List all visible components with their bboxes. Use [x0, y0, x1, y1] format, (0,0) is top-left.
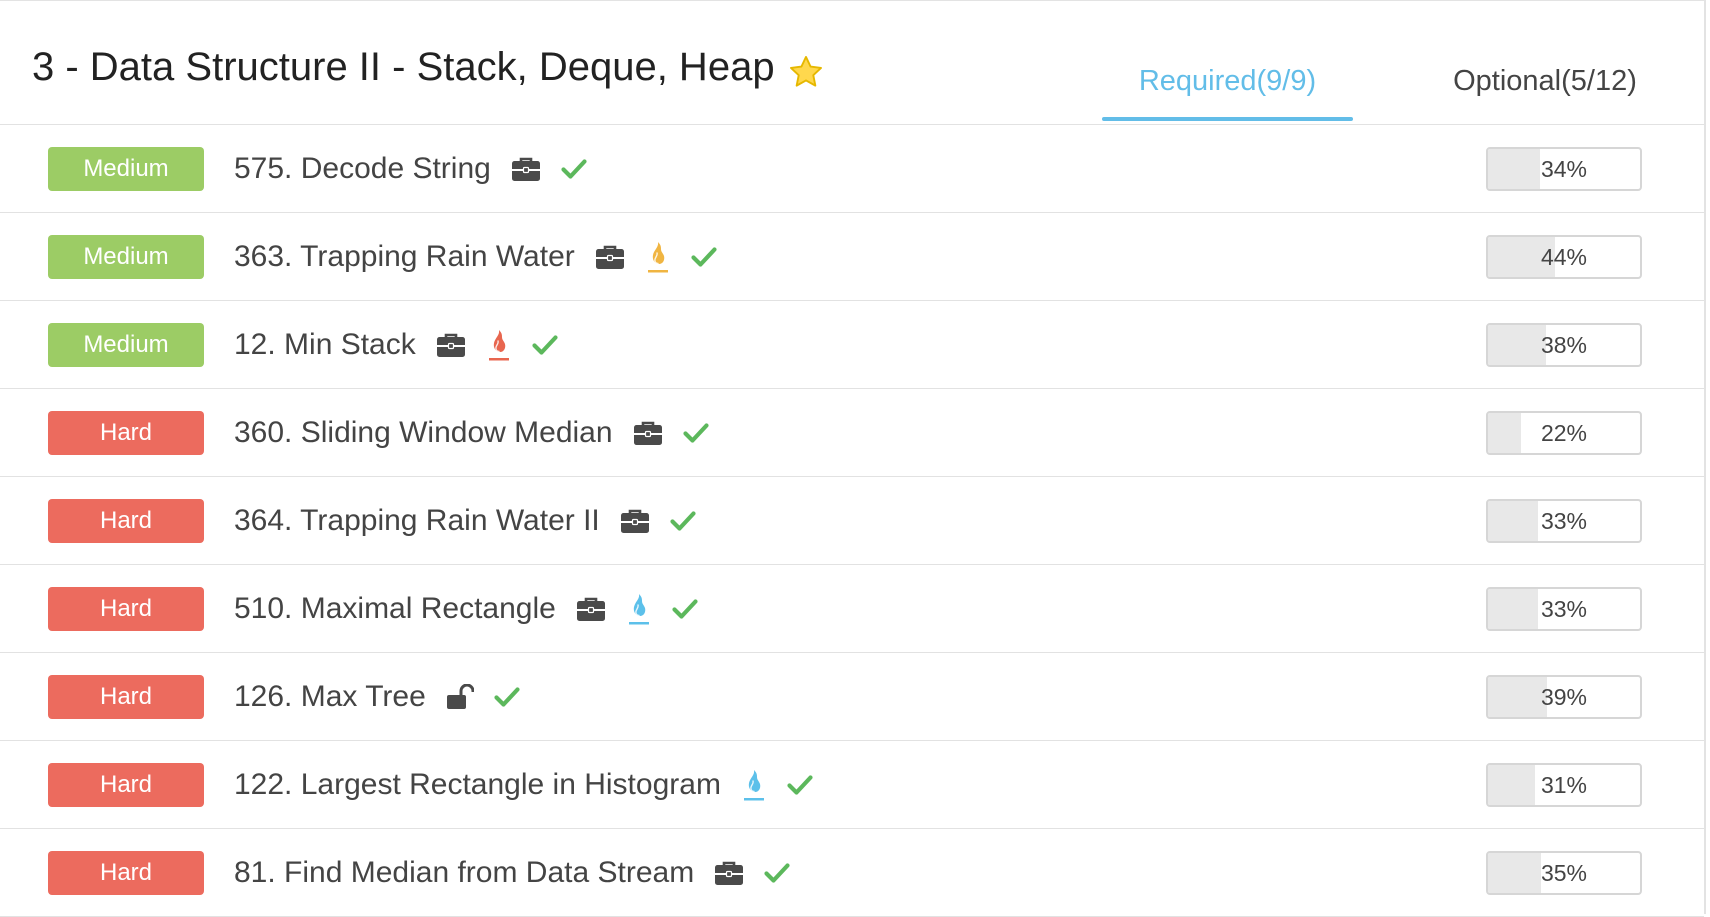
flame-red-icon [486, 328, 512, 362]
difficulty-badge[interactable]: Hard [48, 851, 204, 895]
problem-info: 12. Min Stack [234, 301, 558, 389]
problem-row[interactable]: Medium 12. Min Stack 38% [0, 301, 1704, 389]
acceptance-rate-label: 35% [1540, 860, 1588, 886]
difficulty-badge[interactable]: Medium [48, 323, 204, 367]
problem-row[interactable]: Hard 122. Largest Rectangle in Histogram 3… [0, 741, 1704, 829]
problem-info: 363. Trapping Rain Water [234, 213, 717, 301]
difficulty-badge[interactable]: Hard [48, 499, 204, 543]
difficulty-badge[interactable]: Hard [48, 763, 204, 807]
unlock-icon [446, 683, 475, 710]
problem-info: 364. Trapping Rain Water II [234, 477, 696, 565]
acceptance-rate-bar: 44% [1486, 235, 1642, 279]
panel-header: 3 - Data Structure II - Stack, Deque, He… [0, 1, 1704, 125]
flame-blue-icon [626, 592, 652, 626]
check-icon [561, 158, 587, 180]
problem-title-link[interactable]: 12. Min Stack [234, 328, 416, 362]
problem-title-link[interactable]: 575. Decode String [234, 152, 491, 186]
acceptance-rate-bar: 38% [1486, 323, 1642, 367]
problem-row[interactable]: Medium 575. Decode String 34% [0, 125, 1704, 213]
check-icon [670, 510, 696, 532]
problem-row[interactable]: Medium 363. Trapping Rain Water 44% [0, 213, 1704, 301]
check-icon [672, 598, 698, 620]
problem-info: 575. Decode String [234, 125, 587, 213]
problem-title-link[interactable]: 81. Find Median from Data Stream [234, 856, 694, 890]
check-icon [494, 686, 520, 708]
acceptance-rate-label: 38% [1540, 332, 1588, 358]
difficulty-badge[interactable]: Hard [48, 411, 204, 455]
acceptance-rate-label: 39% [1540, 684, 1588, 710]
problem-row[interactable]: Hard 126. Max Tree 39% [0, 653, 1704, 741]
difficulty-badge[interactable]: Hard [48, 675, 204, 719]
acceptance-rate-label: 33% [1540, 508, 1588, 534]
briefcase-icon [633, 420, 663, 446]
tab-optional[interactable]: Optional(5/12) [1430, 61, 1660, 101]
problem-info: 360. Sliding Window Median [234, 389, 709, 477]
acceptance-rate-bar: 35% [1486, 851, 1642, 895]
problem-info: 122. Largest Rectangle in Histogram [234, 741, 813, 829]
difficulty-badge[interactable]: Medium [48, 147, 204, 191]
problem-title-link[interactable]: 360. Sliding Window Median [234, 416, 613, 450]
check-icon [691, 246, 717, 268]
problem-title-link[interactable]: 122. Largest Rectangle in Histogram [234, 768, 721, 802]
difficulty-badge[interactable]: Hard [48, 587, 204, 631]
page-title-text: 3 - Data Structure II - Stack, Deque, He… [32, 45, 775, 89]
briefcase-icon [620, 508, 650, 534]
problem-list: Medium 575. Decode String 34% Medium 363. Tr… [0, 125, 1704, 917]
briefcase-icon [714, 860, 744, 886]
briefcase-icon [511, 156, 541, 182]
problem-row[interactable]: Hard 510. Maximal Rectangle 33% [0, 565, 1704, 653]
problem-info: 126. Max Tree [234, 653, 520, 741]
check-icon [764, 862, 790, 884]
problem-row[interactable]: Hard 360. Sliding Window Median 22% [0, 389, 1704, 477]
acceptance-rate-bar: 34% [1486, 147, 1642, 191]
acceptance-rate-bar: 39% [1486, 675, 1642, 719]
briefcase-icon [595, 244, 625, 270]
acceptance-rate-bar: 33% [1486, 587, 1642, 631]
problem-info: 81. Find Median from Data Stream [234, 829, 790, 917]
check-icon [682, 422, 709, 444]
acceptance-rate-bar: 33% [1486, 499, 1642, 543]
acceptance-rate-bar: 22% [1486, 411, 1642, 455]
problem-row[interactable]: Hard 81. Find Median from Data Stream 35% [0, 829, 1704, 917]
problem-row[interactable]: Hard 364. Trapping Rain Water II 33% [0, 477, 1704, 565]
acceptance-rate-label: 22% [1540, 420, 1588, 446]
star-icon[interactable] [787, 48, 825, 87]
problem-title-link[interactable]: 126. Max Tree [234, 680, 426, 714]
check-icon [532, 334, 558, 356]
tab-required[interactable]: Required(9/9) [1102, 61, 1353, 101]
acceptance-rate-label: 31% [1540, 772, 1588, 798]
page-title: 3 - Data Structure II - Stack, Deque, He… [32, 37, 825, 97]
problem-list-panel: 3 - Data Structure II - Stack, Deque, He… [0, 0, 1706, 917]
flame-orange-icon [645, 240, 671, 274]
flame-blue-icon [741, 768, 767, 802]
check-icon [787, 774, 813, 796]
briefcase-icon [576, 596, 606, 622]
briefcase-icon [436, 332, 466, 358]
acceptance-rate-label: 44% [1540, 244, 1588, 270]
tab-active-indicator [1102, 117, 1353, 121]
acceptance-rate-label: 33% [1540, 596, 1588, 622]
problem-info: 510. Maximal Rectangle [234, 565, 698, 653]
acceptance-rate-bar: 31% [1486, 763, 1642, 807]
acceptance-rate-label: 34% [1540, 156, 1588, 182]
difficulty-badge[interactable]: Medium [48, 235, 204, 279]
problem-title-link[interactable]: 510. Maximal Rectangle [234, 592, 556, 626]
problem-title-link[interactable]: 363. Trapping Rain Water [234, 240, 575, 274]
problem-title-link[interactable]: 364. Trapping Rain Water II [234, 504, 600, 538]
